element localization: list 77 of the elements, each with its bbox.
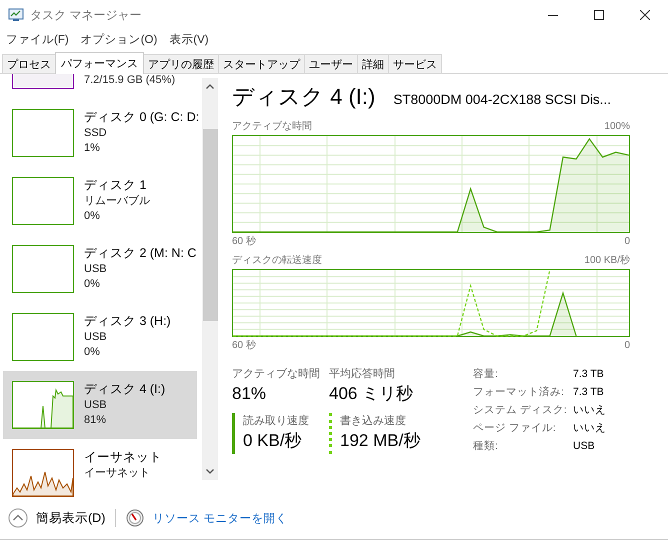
resource-monitor-link[interactable]: リソース モニターを開く	[152, 510, 288, 526]
sidebar-item-text: ディスク 0 (G: C: D:	[84, 109, 200, 126]
sidebar-item-text: ディスク 2 (M: N: C	[84, 245, 196, 262]
sidebar-item-text: 7.2/15.9 GB (45%)	[84, 74, 176, 87]
stat-value: 192 MB/秒	[340, 430, 420, 452]
property-label: システム ディスク:	[473, 403, 568, 418]
sidebar-item[interactable]: ディスク 2 (M: N: C USB 0%	[0, 235, 202, 303]
chart-time-label: 60 秒	[232, 339, 256, 352]
sidebar-item-text: イーサネット	[84, 466, 151, 481]
property-label: ページ ファイル:	[473, 421, 557, 436]
sidebar-item[interactable]: ディスク 0 (G: C: D: SSD 1%	[0, 99, 202, 167]
sidebar-item[interactable]: ディスク 1 リムーバブル 0%	[0, 167, 202, 235]
tab[interactable]: 詳細	[357, 54, 389, 73]
sidebar-item-text: 81%	[84, 413, 108, 428]
property-value: USB	[573, 439, 596, 454]
chart-zero-label: 0	[624, 235, 630, 248]
tab[interactable]: スタートアップ	[218, 54, 305, 73]
scrollbar-thumb[interactable]	[202, 129, 218, 321]
legend-line	[329, 413, 332, 454]
sidebar-item-text: 0%	[84, 345, 101, 360]
property-label: 種類:	[473, 439, 499, 454]
window-title: タスク マネージャー	[30, 6, 142, 24]
sidebar-item-text: ディスク 4 (I:)	[84, 381, 166, 398]
tab[interactable]: パフォーマンス	[55, 52, 144, 74]
chart-time-label: 60 秒	[232, 235, 256, 248]
task-manager-icon	[8, 7, 24, 23]
scroll-down-icon[interactable]	[206, 469, 214, 474]
chart-max-label: 100 KB/秒	[584, 254, 630, 267]
sidebar-item-text: SSD	[84, 126, 108, 141]
chart-label: アクティブな時間	[232, 120, 312, 133]
sidebar-item[interactable]: 7.2/15.9 GB (45%)	[0, 74, 202, 99]
menu-item[interactable]: ファイル(F)	[6, 32, 69, 52]
property-value: いいえ	[573, 403, 606, 418]
chart-max-label: 100%	[604, 120, 630, 133]
stat-value: 406 ミリ秒	[329, 383, 414, 405]
sidebar-item-text: USB	[84, 262, 108, 277]
sidebar-item-text: 0%	[84, 277, 101, 292]
scrollbar[interactable]	[202, 78, 218, 480]
sidebar-item-text: USB	[84, 330, 108, 345]
property-value: 7.3 TB	[573, 385, 605, 400]
stat-label: アクティブな時間	[232, 366, 320, 382]
menu-item[interactable]: オプション(O)	[80, 32, 158, 52]
scroll-up-icon[interactable]	[206, 84, 214, 89]
legend-line	[232, 413, 235, 454]
chart-label: ディスクの転送速度	[232, 254, 322, 267]
maximize-icon	[594, 10, 604, 20]
sidebar-item-text: 0%	[84, 209, 101, 224]
property-label: 容量:	[473, 367, 499, 382]
stat-value: 81%	[232, 383, 268, 405]
property-value: 7.3 TB	[573, 367, 605, 382]
property-value: いいえ	[573, 421, 606, 436]
tab[interactable]: ユーザー	[304, 54, 358, 73]
sidebar-item[interactable]: イーサネット イーサネット	[0, 439, 202, 497]
stat-label: 平均応答時間	[329, 366, 396, 382]
sidebar-item-text: ディスク 1	[84, 177, 148, 194]
gauge-icon	[126, 509, 144, 527]
stat-label: 読み取り速度	[243, 414, 309, 429]
close-icon	[640, 10, 650, 20]
disk-model: ST8000DM 004-2CX188 SCSI Dis...	[393, 92, 611, 107]
sidebar-item-text: ディスク 3 (H:)	[84, 313, 171, 330]
sidebar-item-text: リムーバブル	[84, 194, 150, 209]
menu-item[interactable]: 表示(V)	[169, 32, 209, 52]
chart-zero-label: 0	[624, 339, 630, 352]
sidebar-item-text: 1%	[84, 141, 101, 156]
sidebar-item[interactable]: ディスク 3 (H:) USB 0%	[0, 303, 202, 371]
chevron-up-icon	[8, 508, 28, 528]
disk-title: ディスク 4 (I:)	[232, 83, 376, 111]
sidebar-item[interactable]: ディスク 4 (I:) USB 81%	[3, 371, 197, 439]
sidebar-item-text: USB	[84, 398, 108, 413]
stat-label: 書き込み速度	[340, 414, 407, 429]
sidebar-item-text: イーサネット	[84, 449, 162, 466]
fewer-details-button[interactable]: 簡易表示(D)	[8, 508, 106, 528]
stat-value: 0 KB/秒	[243, 430, 303, 452]
tab[interactable]: プロセス	[2, 54, 56, 73]
property-label: フォーマット済み:	[473, 385, 565, 400]
tab[interactable]: アプリの履歴	[143, 54, 219, 73]
tab[interactable]: サービス	[388, 54, 442, 73]
